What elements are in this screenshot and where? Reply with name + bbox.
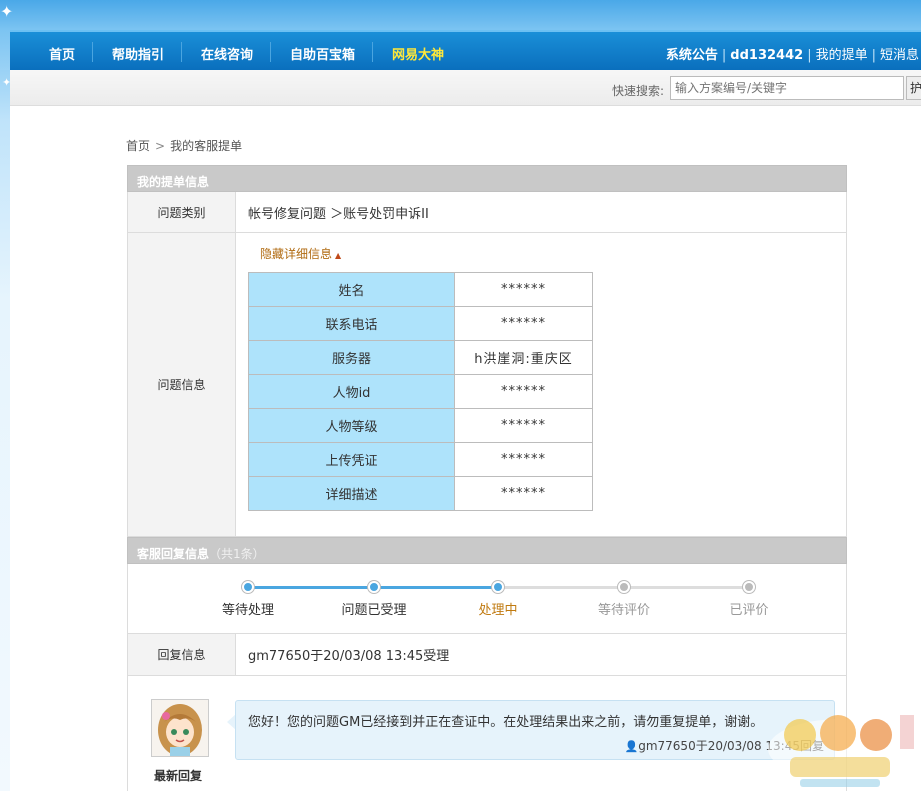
my-tickets-link[interactable]: 我的提单 xyxy=(816,48,868,63)
detail-value: h洪崖洞:重庆区 xyxy=(454,340,593,375)
progress-dot xyxy=(242,581,254,593)
user-links: 系统公告 | dd132442 | 我的提单 | 短消息 xyxy=(665,48,919,63)
breadcrumb-separator: > xyxy=(155,139,166,153)
problem-info-label: 问题信息 xyxy=(128,233,236,536)
ticket-info-title: 我的提单信息 xyxy=(137,175,210,189)
latest-reply-area: 最新回复 您好！您的问题GM已经接到并正在查证中。在处理结果出来之前，请勿重复提… xyxy=(127,676,847,791)
progress-row: 等待处理 问题已受理 处理中 等待评价 已评价 xyxy=(127,564,847,634)
watermark-logo xyxy=(760,705,920,791)
ticket-info-header: 我的提单信息 xyxy=(127,165,847,192)
detail-value: ****** xyxy=(454,272,593,307)
nav-self-service[interactable]: 自助百宝箱 xyxy=(290,44,355,63)
reply-info-value: gm77650于20/03/08 13:45受理 xyxy=(248,649,450,664)
game-logo-watermark xyxy=(768,715,914,787)
progress-step-label: 等待评价 xyxy=(597,603,650,618)
detail-row: 详细描述 ****** xyxy=(248,476,593,511)
messages-link[interactable]: 短消息 xyxy=(880,48,919,63)
girl-avatar-icon xyxy=(152,700,208,756)
detail-key: 上传凭证 xyxy=(248,442,455,477)
caret-up-icon: ▲ xyxy=(335,251,342,260)
nav-divider xyxy=(181,42,182,62)
progress-step-label: 已评价 xyxy=(729,603,769,618)
progress-dot xyxy=(492,581,504,593)
detail-row: 人物等级 ****** xyxy=(248,408,593,443)
category-row: 问题类别 帐号修复问题 ＞账号处罚申诉II xyxy=(127,192,847,233)
category-label: 问题类别 xyxy=(128,192,236,232)
nav-home[interactable]: 首页 xyxy=(49,44,75,63)
progress-step-label: 问题已受理 xyxy=(341,603,407,618)
nav-divider xyxy=(372,42,373,62)
search-button[interactable]: 护 xyxy=(906,76,921,100)
detail-key: 姓名 xyxy=(248,272,455,307)
detail-value: ****** xyxy=(454,374,593,409)
reply-info-row: 回复信息 gm77650于20/03/08 13:45受理 xyxy=(127,634,847,676)
category-value: 帐号修复问题 ＞账号处罚申诉II xyxy=(248,206,429,222)
reply-message: 您好！您的问题GM已经接到并正在查证中。在处理结果出来之前，请勿重复提单，谢谢。 xyxy=(248,715,764,730)
detail-key: 联系电话 xyxy=(248,306,455,341)
detail-key: 人物等级 xyxy=(248,408,455,443)
detail-value: ****** xyxy=(454,306,593,341)
toggle-details-link[interactable]: 隐藏详细信息 xyxy=(260,247,332,261)
progress-steps: 等待处理 问题已受理 处理中 等待评价 已评价 xyxy=(128,564,846,634)
reply-header: 客服回复信息（共1条） xyxy=(127,537,847,564)
nav-help-guide[interactable]: 帮助指引 xyxy=(112,44,164,63)
nav-divider xyxy=(92,42,93,62)
detail-value: ****** xyxy=(454,408,593,443)
progress-line xyxy=(248,586,374,589)
detail-value: ****** xyxy=(454,476,593,511)
breadcrumb-current: 我的客服提单 xyxy=(170,139,243,153)
detail-value: ****** xyxy=(454,442,593,477)
progress-line xyxy=(498,586,624,589)
breadcrumb-home[interactable]: 首页 xyxy=(126,139,150,153)
sparkle-icon: ✦ xyxy=(0,2,14,21)
detail-row: 人物id ****** xyxy=(248,374,593,409)
progress-dot xyxy=(743,581,755,593)
detail-key: 服务器 xyxy=(248,340,455,375)
nav-divider xyxy=(270,42,271,62)
problem-info-content: 隐藏详细信息 ▲ 姓名 ****** 联系电话 ****** 服务器 h洪崖洞:重庆区 人物i… xyxy=(236,233,846,536)
reply-bubble: 您好！您的问题GM已经接到并正在查证中。在处理结果出来之前，请勿重复提单，谢谢。… xyxy=(235,700,835,760)
detail-key: 人物id xyxy=(248,374,455,409)
ticket-info-panel: 我的提单信息 问题类别 帐号修复问题 ＞账号处罚申诉II 问题信息 隐藏详细信息… xyxy=(127,165,847,537)
progress-dot xyxy=(368,581,380,593)
details-table: 姓名 ****** 联系电话 ****** 服务器 h洪崖洞:重庆区 人物id ****** 人… xyxy=(248,272,593,511)
search-label: 快速搜索: xyxy=(612,84,665,98)
problem-info-row: 问题信息 隐藏详细信息 ▲ 姓名 ****** 联系电话 ****** 服务器 h洪崖洞:重… xyxy=(127,233,847,537)
reply-count: （共1条） xyxy=(209,547,265,561)
search-bar: 快速搜索: 护 xyxy=(10,70,921,106)
progress-dot xyxy=(618,581,630,593)
reply-panel: 客服回复信息（共1条） 等待处理 问题已受理 处理中 等待评价 已评价 回复信息 gm7… xyxy=(127,537,847,791)
reply-info-label: 回复信息 xyxy=(128,634,236,675)
username-link[interactable]: dd132442 xyxy=(730,48,803,63)
announcement-link[interactable]: 系统公告 xyxy=(666,48,718,63)
toggle-details[interactable]: 隐藏详细信息 ▲ xyxy=(248,245,834,262)
detail-row: 姓名 ****** xyxy=(248,272,593,307)
progress-line xyxy=(374,586,498,589)
progress-line xyxy=(624,586,749,589)
detail-row: 联系电话 ****** xyxy=(248,306,593,341)
progress-step-label: 处理中 xyxy=(478,603,518,618)
avatar xyxy=(151,699,209,757)
latest-reply-label: 最新回复 xyxy=(154,769,203,783)
progress-step-label: 等待处理 xyxy=(221,603,274,618)
detail-key: 详细描述 xyxy=(248,476,455,511)
detail-row: 服务器 h洪崖洞:重庆区 xyxy=(248,340,593,375)
detail-row: 上传凭证 ****** xyxy=(248,442,593,477)
top-nav-bar: 首页 帮助指引 在线咨询 自助百宝箱 网易大神 系统公告 | dd132442 | 我的… xyxy=(10,30,921,70)
nav-dashen[interactable]: 网易大神 xyxy=(392,44,444,63)
reply-title: 客服回复信息 xyxy=(137,547,210,561)
user-icon: 👤 xyxy=(624,740,639,753)
search-input[interactable] xyxy=(670,76,904,100)
breadcrumb: 首页 > 我的客服提单 xyxy=(126,137,242,154)
nav-online-consult[interactable]: 在线咨询 xyxy=(201,44,253,63)
